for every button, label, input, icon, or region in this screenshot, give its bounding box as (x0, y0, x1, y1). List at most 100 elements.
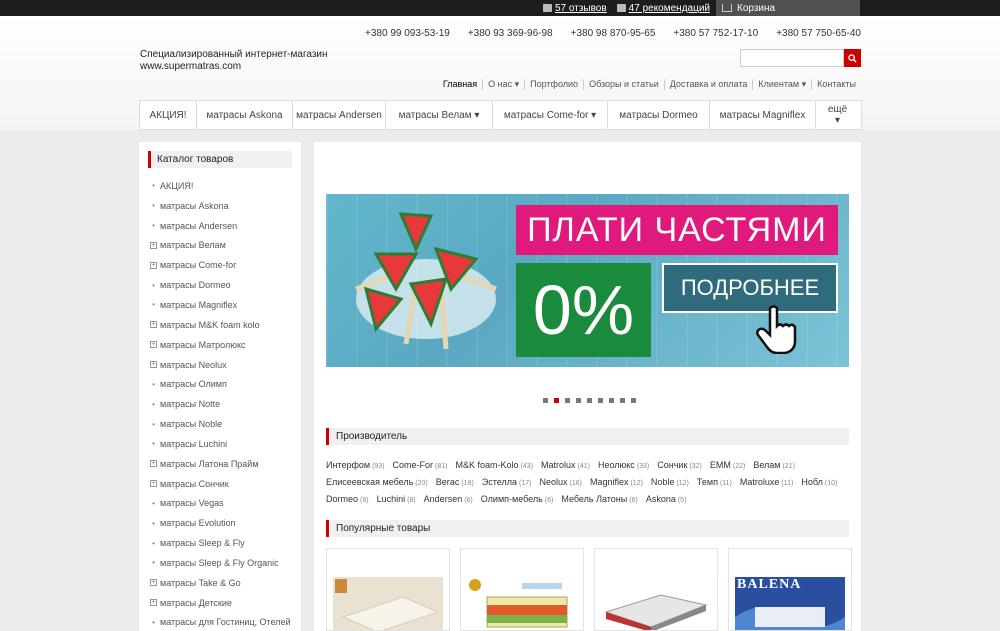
manufacturer-link[interactable]: Andersen (6) (424, 494, 473, 504)
expand-icon[interactable]: + (150, 241, 157, 249)
promo-banner[interactable]: ПЛАТИ ЧАСТЯМИ 0% ПОДРОБНЕЕ (326, 194, 849, 367)
catalog-item[interactable]: • матрасы Sleep & Fly (147, 533, 301, 553)
catalog-item[interactable]: • матрасы для Гостиниц, Отелей (147, 613, 301, 631)
manufacturer-link[interactable]: Нобл (10) (801, 477, 837, 487)
manufacturer-link[interactable]: Dormeo (8) (326, 494, 369, 504)
main-menu-item[interactable]: матрасы Magniflex (710, 101, 816, 129)
expand-icon[interactable]: + (150, 460, 157, 468)
slider-dot[interactable] (565, 398, 570, 403)
catalog-item[interactable]: • матрасы Magniflex (147, 295, 301, 315)
manufacturer-link[interactable]: Magniflex (12) (590, 477, 643, 487)
manufacturer-link[interactable]: Темп (11) (697, 477, 732, 487)
top-nav-item[interactable]: Портфолио (524, 79, 583, 90)
catalog-item[interactable]: • матрасы Andersen (147, 216, 301, 236)
expand-icon[interactable]: + (150, 341, 157, 349)
slider-dot[interactable] (543, 398, 548, 403)
manufacturer-link[interactable]: Come-For (81) (393, 460, 448, 470)
manufacturer-link[interactable]: Мебель Латоны (6) (561, 494, 637, 504)
main-menu-item[interactable]: матрасы Come-for ▾ (493, 101, 608, 129)
top-nav-item[interactable]: О нас ▾ (482, 79, 524, 90)
product-card[interactable]: BALENA (728, 548, 852, 631)
bullet-icon: • (152, 498, 155, 508)
catalog-item[interactable]: • матрасы Noble (147, 414, 301, 434)
reviews-link[interactable]: 57 отзывов (543, 3, 607, 14)
expand-icon[interactable]: + (150, 480, 157, 488)
manufacturer-link[interactable]: Neolux (16) (539, 477, 581, 487)
catalog-item[interactable]: • матрасы Sleep & Fly Organic (147, 553, 301, 573)
manufacturer-link[interactable]: Велам (21) (753, 460, 795, 470)
main-menu-more[interactable]: ещё ▾ (816, 101, 859, 129)
top-nav-item[interactable]: Контакты (811, 79, 861, 90)
expand-icon[interactable]: + (150, 261, 157, 269)
search-button[interactable] (844, 49, 861, 67)
top-nav-item[interactable]: Доставка и оплата (663, 79, 753, 90)
catalog-item[interactable]: + матрасы Neolux (147, 355, 301, 375)
slider-dot[interactable] (598, 398, 603, 403)
manufacturer-link[interactable]: Олимп-мебель (6) (481, 494, 554, 504)
expand-icon[interactable]: + (150, 361, 157, 369)
slider-dot[interactable] (576, 398, 581, 403)
catalog-item[interactable]: • АКЦИЯ! (147, 176, 301, 196)
cart-button[interactable]: Корзина (716, 0, 860, 16)
manufacturer-link[interactable]: Елисеевская мебель (20) (326, 477, 428, 487)
slider-dot[interactable] (631, 398, 636, 403)
catalog-item[interactable]: + матрасы M&K foam kolo (147, 315, 301, 335)
main-menu-item[interactable]: АКЦИЯ! (140, 101, 197, 129)
slider-dot[interactable] (620, 398, 625, 403)
product-card[interactable] (326, 548, 450, 631)
site-logo[interactable]: Специализированный интернет-магазин www.… (140, 49, 328, 73)
phone-number[interactable]: +380 93 369-96-98 (468, 28, 553, 39)
manufacturer-link[interactable]: Noble (12) (651, 477, 689, 487)
main-menu-item[interactable]: матрасы Askona (197, 101, 293, 129)
main-menu-item[interactable]: матрасы Dormeo (608, 101, 710, 129)
catalog-item[interactable]: + матрасы Take & Go (147, 573, 301, 593)
expand-icon[interactable]: + (150, 599, 157, 607)
catalog-item[interactable]: • матрасы Олимп (147, 374, 301, 394)
catalog-item[interactable]: + матрасы Come-for (147, 255, 301, 275)
catalog-item[interactable]: + матрасы Сончик (147, 474, 301, 494)
catalog-item[interactable]: • матрасы Evolution (147, 513, 301, 533)
expand-icon[interactable]: + (150, 321, 157, 329)
main-menu-item[interactable]: матрасы Andersen (293, 101, 386, 129)
product-card[interactable] (594, 548, 718, 631)
banner-more-button[interactable]: ПОДРОБНЕЕ (662, 263, 838, 313)
phone-number[interactable]: +380 57 752-17-10 (673, 28, 758, 39)
manufacturer-link[interactable]: Matroluxe (11) (740, 477, 793, 487)
phone-number[interactable]: +380 57 750-65-40 (776, 28, 861, 39)
manufacturer-link[interactable]: Luchini (8) (377, 494, 416, 504)
slider-dot[interactable] (587, 398, 592, 403)
catalog-item[interactable]: + матрасы Матролюкс (147, 335, 301, 355)
manufacturer-link[interactable]: Вегас (18) (436, 477, 474, 487)
main-menu-item[interactable]: матрасы Велам ▾ (386, 101, 493, 129)
manufacturer-link[interactable]: EMM (22) (710, 460, 745, 470)
manufacturer-link[interactable]: Неолюкс (33) (598, 460, 649, 470)
product-card[interactable] (460, 548, 584, 631)
manufacturer-link[interactable]: Askona (5) (646, 494, 687, 504)
catalog-item[interactable]: + матрасы Велам (147, 236, 301, 256)
phone-number[interactable]: +380 99 093-53-19 (365, 28, 450, 39)
top-nav-item[interactable]: Обзоры и статьи (583, 79, 664, 90)
recommendations-link[interactable]: 47 рекомендаций (616, 3, 710, 14)
catalog-item[interactable]: • матрасы Notte (147, 394, 301, 414)
top-nav-item[interactable]: Главная (438, 79, 482, 90)
manufacturer-link[interactable]: Эстелла (17) (482, 477, 532, 487)
search-input[interactable] (740, 49, 844, 67)
slider-dot[interactable] (554, 398, 559, 403)
expand-icon[interactable]: + (150, 579, 157, 587)
catalog-item[interactable]: • матрасы Vegas (147, 494, 301, 514)
top-nav-item[interactable]: Клиентам ▾ (752, 79, 811, 90)
catalog-item[interactable]: + матрасы Латона Прайм (147, 454, 301, 474)
catalog-item[interactable]: + матрасы Детские (147, 593, 301, 613)
manufacturer-link[interactable]: M&K foam-Kolo (43) (456, 460, 533, 470)
reviews-link-text[interactable]: 57 отзывов (555, 3, 607, 14)
manufacturer-link[interactable]: Matrolux (41) (541, 460, 590, 470)
catalog-title: Каталог товаров (148, 151, 292, 168)
catalog-item[interactable]: • матрасы Dormeo (147, 275, 301, 295)
slider-dot[interactable] (609, 398, 614, 403)
catalog-item[interactable]: • матрасы Askona (147, 196, 301, 216)
manufacturer-link[interactable]: Интерфом (93) (326, 460, 385, 470)
manufacturer-link[interactable]: Сончик (32) (657, 460, 702, 470)
phone-number[interactable]: +380 98 870-95-65 (571, 28, 656, 39)
catalog-item[interactable]: • матрасы Luchini (147, 434, 301, 454)
recommendations-link-text[interactable]: 47 рекомендаций (629, 3, 710, 14)
